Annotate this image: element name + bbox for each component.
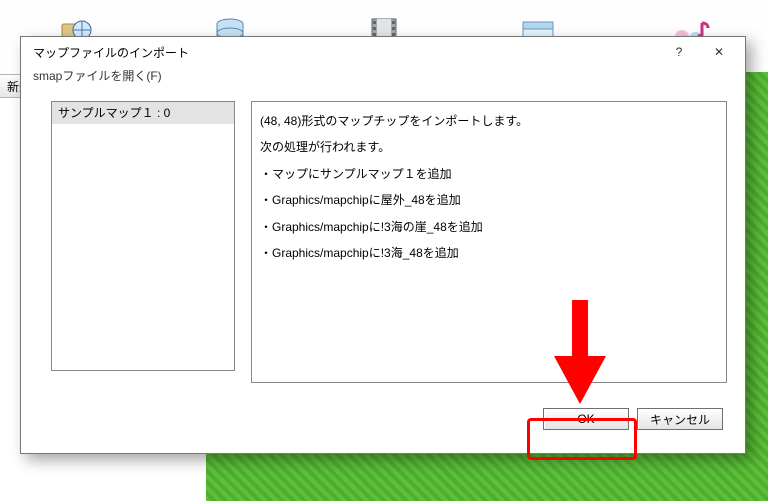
desc-line: 次の処理が行われます。	[260, 134, 718, 160]
desc-line: ・マップにサンプルマップ１を追加	[260, 161, 718, 187]
dialog-content: サンプルマップ１ : 0 (48, 48)形式のマップチップをインポートします。…	[21, 95, 745, 405]
dialog-titlebar: マップファイルのインポート ? ✕	[21, 37, 745, 67]
cancel-button[interactable]: キャンセル	[637, 408, 723, 430]
ok-button[interactable]: OK	[543, 408, 629, 430]
dialog-footer: OK キャンセル	[21, 395, 745, 453]
dialog-title: マップファイルのインポート	[33, 44, 659, 61]
desc-line: ・Graphics/mapchipに!3海_48を追加	[260, 240, 718, 266]
import-dialog: マップファイルのインポート ? ✕ smapファイルを開く(F) サンプルマップ…	[20, 36, 746, 454]
menu-open-smap[interactable]: smapファイルを開く(F)	[31, 67, 164, 85]
list-item[interactable]: サンプルマップ１ : 0	[52, 102, 234, 124]
help-button[interactable]: ?	[659, 38, 699, 66]
desc-line: ・Graphics/mapchipに屋外_48を追加	[260, 187, 718, 213]
map-listbox[interactable]: サンプルマップ１ : 0	[51, 101, 235, 371]
desc-line: (48, 48)形式のマップチップをインポートします。	[260, 108, 718, 134]
close-icon: ✕	[714, 45, 724, 59]
app-background: 新規 定 マップファイルのインポート ? ✕ smapファイルを開く(F) サン…	[0, 0, 768, 501]
import-description[interactable]: (48, 48)形式のマップチップをインポートします。 次の処理が行われます。 …	[251, 101, 727, 383]
help-icon: ?	[676, 45, 683, 59]
dialog-menubar: smapファイルを開く(F)	[21, 67, 745, 95]
desc-line: ・Graphics/mapchipに!3海の崖_48を追加	[260, 214, 718, 240]
close-button[interactable]: ✕	[699, 38, 739, 66]
